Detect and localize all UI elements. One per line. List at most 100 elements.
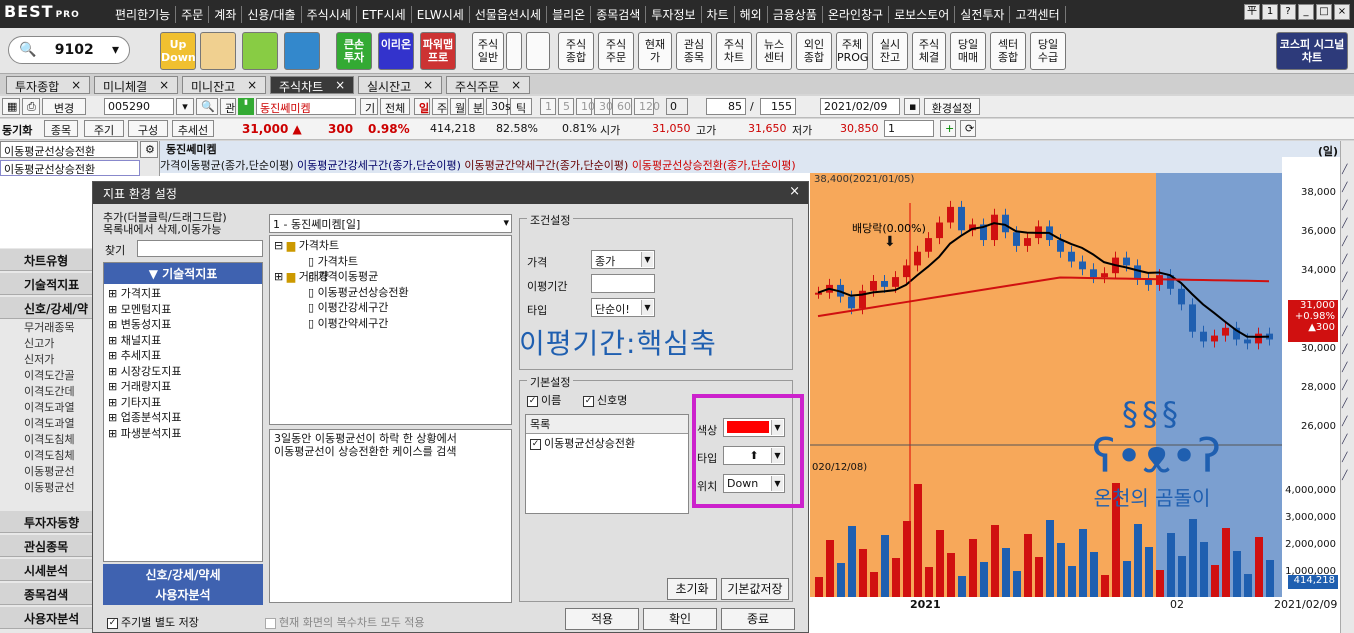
toolbar-button[interactable]: 주체 PROG bbox=[836, 32, 868, 70]
item-button[interactable]: 종목 bbox=[44, 120, 78, 137]
tool-icon[interactable]: ╱ bbox=[1342, 345, 1353, 359]
left-item[interactable]: 이격도간골 bbox=[24, 367, 75, 383]
type-select[interactable]: 단순이! ▼ bbox=[591, 298, 655, 317]
default-save-button[interactable]: 기본값저장 bbox=[721, 578, 789, 600]
tab-0[interactable]: 투자종합 × bbox=[6, 76, 91, 94]
left-item[interactable]: 이동평균선 bbox=[24, 463, 75, 479]
total-field[interactable]: 155 bbox=[760, 98, 796, 115]
window-button[interactable]: _ bbox=[1298, 4, 1314, 20]
toolbar-button[interactable]: 큰손 투자 bbox=[336, 32, 372, 70]
minute-2[interactable]: 10 bbox=[576, 98, 595, 115]
tool-icon[interactable]: ╱ bbox=[1342, 219, 1353, 233]
category-item[interactable]: ⊞ 추세지표 bbox=[108, 348, 258, 364]
menu-item[interactable]: 주문 bbox=[176, 6, 210, 23]
toolbar-button[interactable] bbox=[242, 32, 278, 70]
category-item[interactable]: ⊞ 파생분석지표 bbox=[108, 426, 258, 442]
menu-item[interactable]: 선물옵션시세 bbox=[470, 6, 548, 23]
settings-button[interactable]: 환경설정 bbox=[924, 98, 980, 115]
tab-1[interactable]: 미니체결 × bbox=[94, 76, 179, 94]
menu-item[interactable]: 차트 bbox=[702, 6, 735, 23]
tool-icon[interactable]: ╱ bbox=[1342, 291, 1353, 305]
menu-item[interactable]: 편리한기능 bbox=[110, 6, 177, 23]
category-item[interactable]: ⊞ 변동성지표 bbox=[108, 317, 258, 333]
tree-volume[interactable]: ⊞ ▆ 거래량 bbox=[274, 269, 507, 285]
gear-icon[interactable]: ⚙ bbox=[140, 141, 158, 158]
config-button[interactable]: 구성 bbox=[128, 120, 168, 137]
gi-button[interactable]: 기 bbox=[360, 98, 378, 115]
toolbar-button[interactable]: 당일 수급 bbox=[1030, 32, 1066, 70]
tool-icon[interactable]: ╱ bbox=[1342, 183, 1353, 197]
change-button[interactable]: 변경 bbox=[42, 98, 86, 115]
tech-header[interactable]: ▼ 기술적지표 bbox=[104, 263, 262, 284]
chevron-down-icon[interactable]: ▾ bbox=[176, 98, 194, 115]
code-field[interactable]: 005290 bbox=[104, 98, 174, 115]
menu-item[interactable]: 투자정보 bbox=[646, 6, 702, 23]
left-item[interactable]: 이격도침체 bbox=[24, 447, 75, 463]
tree-item[interactable]: ▯ 가격차트 bbox=[274, 254, 507, 270]
period-3[interactable]: 분 bbox=[468, 98, 484, 115]
kospi-signal-button[interactable]: 코스피 시그널차트 bbox=[1276, 32, 1348, 70]
tool-icon[interactable]: ╱ bbox=[1342, 201, 1353, 215]
tree-item[interactable]: ▯ 이평간약세구간 bbox=[274, 316, 507, 332]
toolbar-button[interactable]: 주식 차트 bbox=[716, 32, 752, 70]
left-item[interactable]: 이격도과열 bbox=[24, 399, 75, 415]
search-icon[interactable]: 🔍 bbox=[196, 98, 218, 115]
tree-item[interactable]: ▯ 이평간강세구간 bbox=[274, 300, 507, 316]
category-item[interactable]: ⊞ 모멘텀지표 bbox=[108, 302, 258, 318]
period-button[interactable]: 주기 bbox=[84, 120, 124, 137]
apply-all-checkbox[interactable]: 현재 화면의 복수차트 모두 적용 bbox=[265, 614, 425, 630]
toolbar-button[interactable] bbox=[506, 32, 522, 70]
close-icon[interactable]: × bbox=[789, 184, 800, 199]
close-icon[interactable]: × bbox=[247, 78, 257, 92]
tab-2[interactable]: 미니잔고 × bbox=[182, 76, 267, 94]
all-button[interactable]: 전체 bbox=[380, 98, 410, 115]
toolbar-button[interactable] bbox=[284, 32, 320, 70]
tree-item[interactable]: ▯ 이동평균선상승전환 bbox=[274, 285, 507, 301]
kwan-button[interactable]: 관 bbox=[220, 98, 236, 115]
menu-item[interactable]: 실전투자 bbox=[955, 6, 1011, 23]
window-button[interactable]: 1 bbox=[1262, 4, 1278, 20]
tool-icon[interactable]: ╱ bbox=[1342, 435, 1353, 449]
left-item[interactable]: 신고가 bbox=[24, 335, 54, 351]
toolbar-button[interactable]: 외인 종합 bbox=[796, 32, 832, 70]
save-icon[interactable]: ▪ bbox=[904, 98, 920, 115]
toolbar-button[interactable]: 주식 종합 bbox=[558, 32, 594, 70]
tool-icon[interactable]: ╱ bbox=[1342, 363, 1353, 377]
menu-item[interactable]: 주식시세 bbox=[302, 6, 357, 23]
toolbar-button[interactable]: 섹터 종합 bbox=[990, 32, 1026, 70]
menu-item[interactable]: 블리온 bbox=[547, 6, 592, 23]
window-button[interactable]: 平 bbox=[1244, 4, 1260, 20]
period-2[interactable]: 월 bbox=[450, 98, 466, 115]
category-item[interactable]: ⊞ 기타지표 bbox=[108, 395, 258, 411]
menu-item[interactable]: 종목검색 bbox=[591, 6, 647, 23]
toolbar-button[interactable]: 현재 가 bbox=[638, 32, 672, 70]
save-period-checkbox[interactable]: ✓ 주기별 별도 저장 bbox=[107, 614, 199, 630]
zero-field[interactable]: 0 bbox=[666, 98, 688, 115]
menu-item[interactable]: ETF시세 bbox=[357, 6, 412, 23]
tree-root[interactable]: ⊟ ▆ 가격차트 bbox=[274, 238, 507, 254]
print-icon[interactable]: ⎙ bbox=[22, 98, 40, 115]
period-4[interactable]: 30s bbox=[486, 98, 511, 115]
toolbar-button[interactable]: 주식 주문 bbox=[598, 32, 634, 70]
category-item[interactable]: ⊞ 거래량지표 bbox=[108, 379, 258, 395]
indicator-search-input[interactable] bbox=[137, 240, 263, 257]
chart-icon[interactable]: ▦ bbox=[2, 98, 20, 115]
window-button[interactable]: ? bbox=[1280, 4, 1296, 20]
stock-code-box[interactable]: 🔍 9102 ▾ bbox=[8, 36, 130, 64]
price-select[interactable]: 종가 ▼ bbox=[591, 250, 655, 269]
tool-icon[interactable]: ╱ bbox=[1342, 237, 1353, 251]
left-item[interactable]: 이격도과열 bbox=[24, 415, 75, 431]
minute-0[interactable]: 1 bbox=[540, 98, 556, 115]
signal-header[interactable]: 신호/강세/약세 bbox=[103, 564, 263, 585]
trendline-button[interactable]: 추세선 bbox=[172, 120, 214, 137]
minute-4[interactable]: 60 bbox=[612, 98, 632, 115]
left-item[interactable]: 이동평균선 bbox=[24, 479, 75, 495]
minute-3[interactable]: 30 bbox=[594, 98, 613, 115]
tab-3[interactable]: 주식차트 × bbox=[270, 76, 355, 94]
list-item[interactable]: ✓ 이동평균선상승전환 bbox=[526, 434, 688, 452]
tool-icon[interactable]: ╱ bbox=[1342, 309, 1353, 323]
left-item[interactable]: 무거래종목 bbox=[24, 319, 75, 335]
category-item[interactable]: ⊞ 시장강도지표 bbox=[108, 364, 258, 380]
period-input[interactable] bbox=[591, 274, 655, 293]
window-button[interactable]: × bbox=[1334, 4, 1350, 20]
